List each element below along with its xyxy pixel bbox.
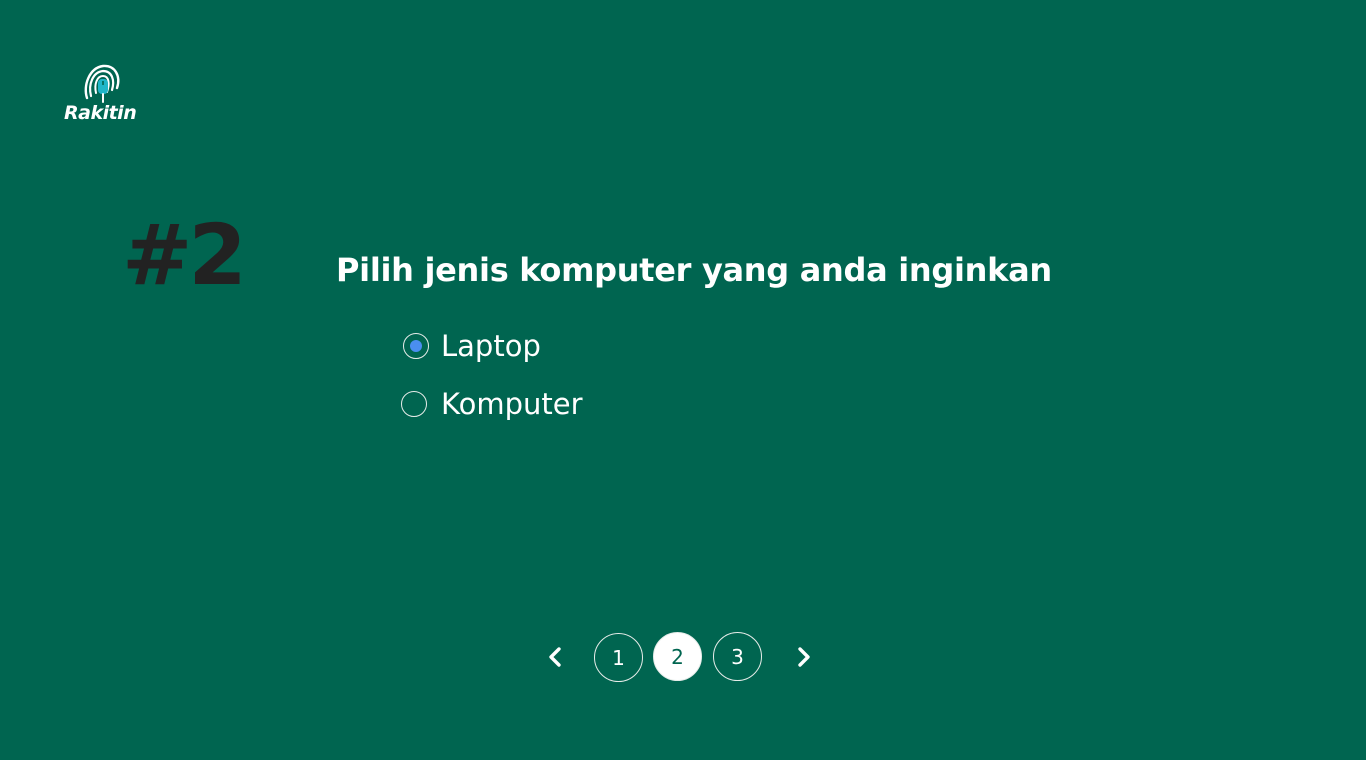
question-title: Pilih jenis komputer yang anda inginkan [336, 251, 1052, 289]
page-button-2[interactable]: 2 [653, 632, 702, 681]
chevron-right-icon[interactable] [789, 642, 819, 672]
page-button-1[interactable]: 1 [594, 633, 643, 682]
chevron-left-icon[interactable] [540, 642, 570, 672]
brand-name: Rakitin [64, 102, 137, 124]
radio-komputer[interactable] [401, 391, 427, 417]
question-page: Rakitin #2 Pilih jenis komputer yang and… [0, 0, 1366, 760]
question-number: #2 [122, 206, 247, 304]
page-button-3[interactable]: 3 [713, 632, 762, 681]
pagination: 1 2 3 [538, 632, 828, 682]
radio-laptop[interactable] [403, 333, 429, 359]
fingerprint-icon [84, 64, 120, 103]
option-laptop[interactable]: Laptop [403, 328, 541, 364]
radio-selected-dot [410, 340, 422, 352]
option-label-komputer: Komputer [441, 387, 583, 421]
brand-logo[interactable]: Rakitin [63, 62, 139, 128]
option-label-laptop: Laptop [441, 329, 541, 363]
option-komputer[interactable]: Komputer [401, 386, 583, 422]
